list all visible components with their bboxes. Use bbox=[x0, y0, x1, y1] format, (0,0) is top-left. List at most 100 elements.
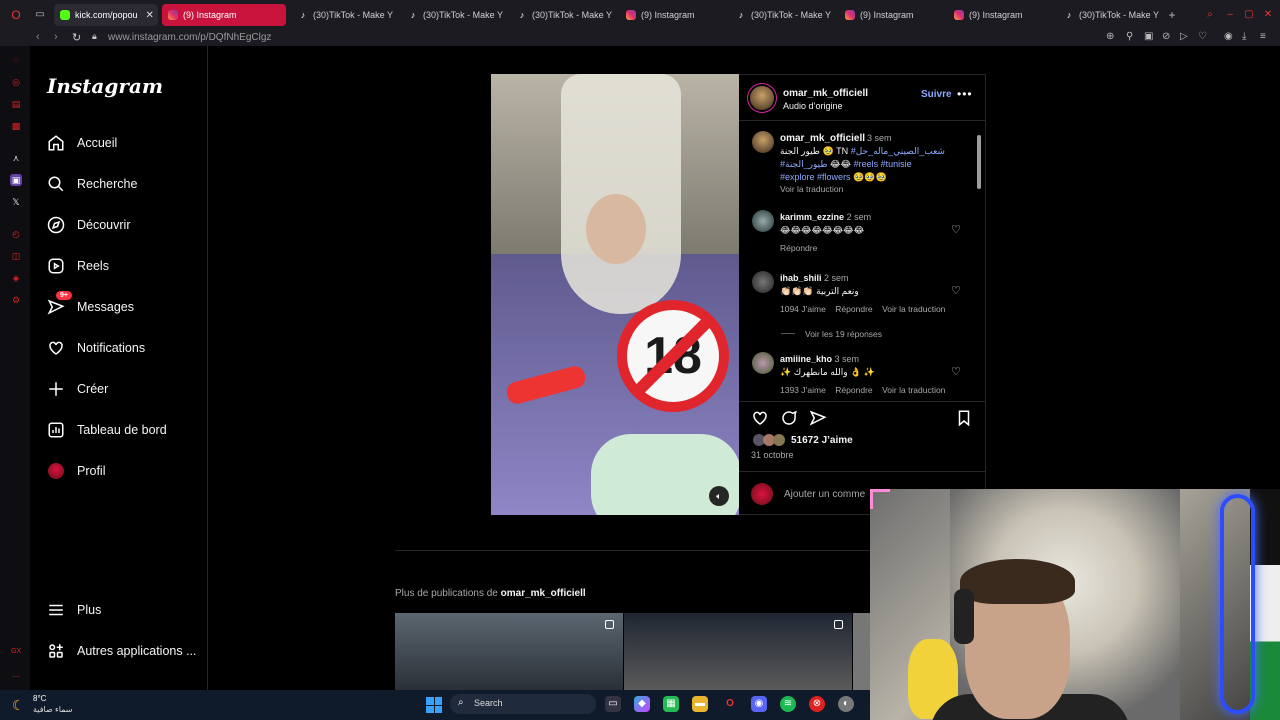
nav-tableau-de-bord[interactable]: Tableau de bord bbox=[46, 417, 167, 443]
caption-avatar[interactable] bbox=[752, 131, 774, 153]
hashtag-link[interactable]: #طيور_الجنة bbox=[780, 159, 828, 169]
reload-icon[interactable]: ↻ bbox=[72, 31, 81, 44]
discord-icon[interactable]: ◉ bbox=[751, 696, 767, 712]
hashtag-link[interactable]: #شعب_الصيني_ماله_حل bbox=[851, 146, 945, 156]
tab-instagram[interactable]: (9) Instagram bbox=[620, 4, 724, 26]
post-video[interactable]: 18 🔈︎ bbox=[491, 74, 739, 515]
favorites-icon[interactable]: ♡ bbox=[1198, 31, 1207, 42]
reply-link[interactable]: Répondre bbox=[835, 304, 872, 314]
view-replies-link[interactable]: Voir les 19 réponses bbox=[805, 329, 882, 339]
aria-icon[interactable]: ◌ bbox=[10, 54, 22, 66]
comment-like-icon[interactable]: ♡ bbox=[951, 285, 963, 297]
comments-scrollbar[interactable] bbox=[976, 125, 982, 400]
comment-icon[interactable] bbox=[780, 409, 798, 431]
workspaces-icon[interactable]: ▭ bbox=[34, 9, 46, 21]
pin-icon[interactable]: ⚲ bbox=[1126, 31, 1133, 42]
tab-instagram-active[interactable]: (9) Instagram bbox=[162, 4, 286, 26]
minimize-icon[interactable]: – bbox=[1224, 9, 1236, 21]
close-window-icon[interactable]: ✕ bbox=[1262, 9, 1274, 21]
tab-tiktok[interactable]: ♪ (30)TikTok - Make Y bbox=[402, 4, 506, 26]
nav-autres-applications[interactable]: Autres applications ... bbox=[46, 638, 197, 664]
commenter-avatar[interactable] bbox=[752, 352, 774, 374]
windows-start-icon[interactable] bbox=[426, 697, 442, 713]
twitch-icon[interactable]: ▣ bbox=[10, 174, 22, 186]
comment-username[interactable]: amiiine_kho bbox=[780, 354, 832, 364]
adblock-icon[interactable]: ⊘ bbox=[1162, 31, 1170, 42]
history-icon[interactable]: ◴ bbox=[10, 228, 22, 240]
post-date[interactable]: 31 octobre bbox=[751, 450, 794, 460]
forward-icon[interactable]: › bbox=[54, 31, 58, 43]
zoom-icon[interactable]: ⊕ bbox=[1106, 31, 1114, 42]
player-icon[interactable]: ▷ bbox=[1180, 31, 1188, 42]
close-icon[interactable]: ✕ bbox=[146, 10, 154, 21]
more-icon[interactable]: … bbox=[10, 668, 22, 680]
bookmark-icon[interactable] bbox=[955, 409, 973, 431]
nav-reels[interactable]: Reels bbox=[46, 253, 109, 279]
author-username[interactable]: omar_mk_officiell bbox=[783, 88, 868, 99]
tab-tiktok[interactable]: ♪ (30)TikTok - Make Y bbox=[730, 4, 834, 26]
store-icon[interactable]: ▦ bbox=[663, 696, 679, 712]
comment-username[interactable]: ihab_shili bbox=[780, 273, 822, 283]
spotify-icon[interactable]: ≋ bbox=[780, 696, 796, 712]
weather-description[interactable]: سماء صافية bbox=[33, 705, 73, 714]
scrollbar-thumb[interactable] bbox=[977, 135, 981, 189]
caption-username[interactable]: omar_mk_officiell bbox=[780, 133, 865, 144]
reply-link[interactable]: Répondre bbox=[835, 385, 872, 395]
commenter-avatar[interactable] bbox=[752, 271, 774, 293]
maximize-icon[interactable]: ▢ bbox=[1243, 9, 1255, 21]
hashtag-link[interactable]: #tunisie bbox=[881, 159, 912, 169]
nav-profil[interactable]: Profil bbox=[46, 458, 105, 484]
nav-creer[interactable]: Créer bbox=[46, 376, 108, 402]
instagram-logo[interactable]: Instagram bbox=[47, 74, 163, 98]
app-icon[interactable]: ⊗ bbox=[809, 696, 825, 712]
snapshot-icon[interactable]: ▣ bbox=[1144, 31, 1153, 42]
tab-tiktok[interactable]: ♪ (30)TikTok - Make Y bbox=[511, 4, 615, 26]
messenger-icon[interactable]: ▤ bbox=[10, 98, 22, 110]
nav-plus[interactable]: Plus bbox=[46, 597, 101, 623]
follow-button[interactable]: Suivre bbox=[921, 89, 952, 100]
post-thumbnail[interactable] bbox=[395, 613, 623, 690]
nav-accueil[interactable]: Accueil bbox=[46, 130, 117, 156]
reply-link[interactable]: Répondre bbox=[780, 243, 817, 253]
see-translation-link[interactable]: Voir la traduction bbox=[780, 184, 843, 194]
see-translation-link[interactable]: Voir la traduction bbox=[882, 385, 945, 395]
opera-gx-icon[interactable]: O bbox=[722, 696, 738, 712]
more-posts-username[interactable]: omar_mk_officiell bbox=[501, 588, 586, 599]
url-field[interactable]: www.instagram.com/p/DQfNhEgClgz bbox=[108, 32, 271, 43]
comment-likes[interactable]: 1393 J’aime bbox=[780, 385, 826, 395]
download-icon[interactable]: ⤓ bbox=[1242, 31, 1246, 42]
tab-tiktok[interactable]: ♪ (30)TikTok - Make Y bbox=[1058, 4, 1162, 26]
more-options-icon[interactable]: ••• bbox=[957, 87, 973, 101]
bookmarks-icon[interactable]: ◫ bbox=[10, 250, 22, 262]
nav-recherche[interactable]: Recherche bbox=[46, 171, 137, 197]
tab-instagram[interactable]: (9) Instagram bbox=[948, 4, 1052, 26]
audio-label[interactable]: Audio d’origine bbox=[783, 101, 843, 111]
share-icon[interactable] bbox=[809, 409, 827, 431]
comment-likes[interactable]: 1094 J’aime bbox=[780, 304, 826, 314]
nav-messages[interactable]: 9+ Messages bbox=[46, 291, 134, 320]
hashtag-link[interactable]: #explore bbox=[780, 172, 815, 182]
like-icon[interactable] bbox=[751, 409, 769, 431]
weather-moon-icon[interactable]: ☾ bbox=[12, 697, 25, 714]
settings-icon[interactable]: ⚙ bbox=[10, 294, 22, 306]
gx-icon[interactable]: GX bbox=[10, 646, 22, 658]
shopping-icon[interactable]: ◎ bbox=[10, 76, 22, 88]
comment-like-icon[interactable]: ♡ bbox=[951, 224, 963, 236]
post-thumbnail[interactable] bbox=[624, 613, 852, 690]
comment-username[interactable]: karimm_ezzine bbox=[780, 212, 844, 222]
comment-input[interactable]: Ajouter un comme bbox=[784, 489, 865, 500]
nav-decouvrir[interactable]: Découvrir bbox=[46, 212, 131, 238]
task-view-icon[interactable]: ▭ bbox=[605, 696, 621, 712]
likes-count[interactable]: 51672 J’aime bbox=[791, 435, 853, 446]
x-icon[interactable]: 𝕏 bbox=[10, 196, 22, 208]
weather-temperature[interactable]: 8°C bbox=[33, 694, 46, 703]
post-thumbnail[interactable] bbox=[853, 613, 870, 690]
see-translation-link[interactable]: Voir la traduction bbox=[882, 304, 945, 314]
account-icon[interactable]: ◉ bbox=[1224, 31, 1233, 42]
extensions-icon[interactable]: ◈ bbox=[10, 272, 22, 284]
nav-notifications[interactable]: Notifications bbox=[46, 335, 145, 361]
tab-kick[interactable]: kick.com/popou ✕ bbox=[54, 4, 158, 26]
hashtag-link[interactable]: #reels bbox=[854, 159, 879, 169]
kick-app-icon[interactable]: ⋏ bbox=[10, 152, 22, 164]
copilot-icon[interactable]: ◆ bbox=[634, 696, 650, 712]
